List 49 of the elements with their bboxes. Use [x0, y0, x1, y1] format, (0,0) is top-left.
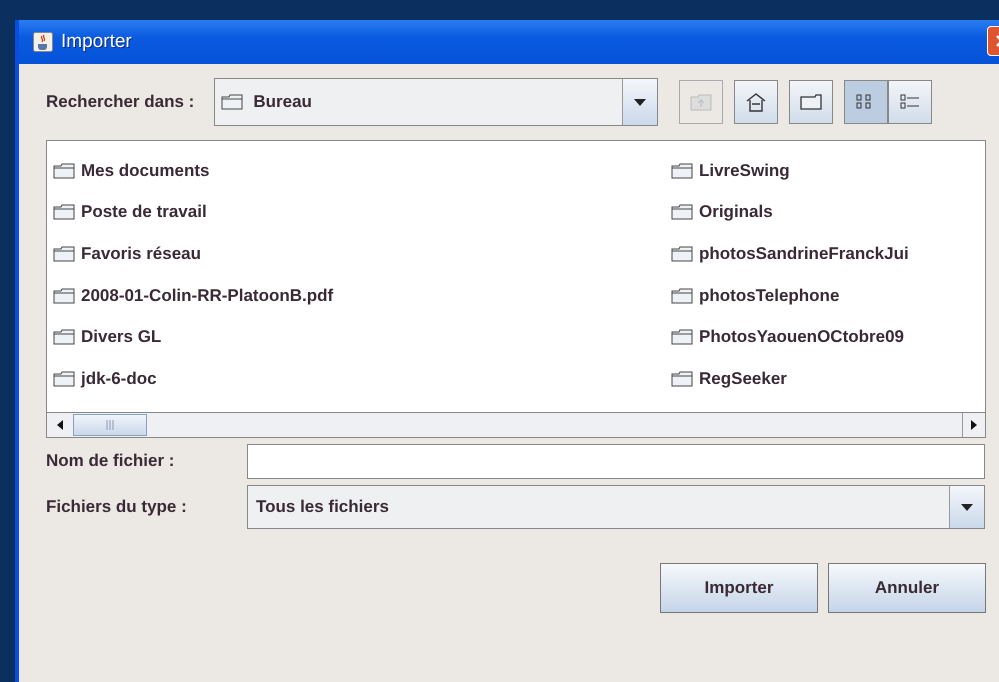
- folder-item[interactable]: Divers GL: [53, 316, 671, 358]
- newfolder-button[interactable]: [789, 80, 834, 124]
- folder-icon: [53, 204, 75, 220]
- folder-icon: [53, 288, 75, 304]
- folder-item[interactable]: jdk-6-doc: [53, 358, 671, 400]
- folder-icon: [800, 94, 822, 110]
- folder-item[interactable]: 2008-01-Colin-RR-PlatoonB.pdf: [53, 274, 671, 316]
- cancel-button[interactable]: Annuler: [828, 563, 986, 613]
- folder-item[interactable]: LivreSwing: [671, 150, 971, 192]
- folder-item[interactable]: photosSandrineFranckJui: [671, 233, 971, 275]
- folder-item[interactable]: Originals: [671, 192, 971, 234]
- scrollbar-thumb[interactable]: [73, 414, 147, 436]
- folder-icon: [671, 288, 693, 304]
- folder-item[interactable]: RegSeeker: [671, 358, 971, 400]
- caret-icon: [961, 504, 973, 510]
- list-button[interactable]: [844, 80, 888, 124]
- folder-icon: [53, 246, 75, 262]
- file-type-dropdown[interactable]: Tous les fichiers: [247, 485, 985, 529]
- file-name-field[interactable]: [247, 444, 985, 478]
- left-arrow-icon: [57, 420, 63, 430]
- folder-item[interactable]: Favoris réseau: [53, 233, 671, 275]
- folder-icon: [671, 204, 693, 220]
- folder-up-icon: [690, 93, 712, 111]
- folder-icon: [53, 329, 75, 346]
- home-icon: [745, 92, 768, 112]
- folder-item[interactable]: Mes documents: [53, 150, 671, 192]
- caret-icon: [634, 98, 646, 106]
- folder-icon: [671, 329, 693, 346]
- folder-icon: [671, 370, 693, 387]
- folder-item[interactable]: PhotosYaouenOCtobre09: [671, 316, 971, 358]
- folder-icon: [53, 370, 75, 387]
- window-title: Importer: [61, 31, 132, 53]
- right-arrow-icon: [971, 420, 977, 430]
- import-button[interactable]: Importer: [660, 563, 818, 613]
- file-type-label: Fichiers du type :: [46, 497, 188, 517]
- look-in-label: Rechercher dans :: [46, 92, 194, 112]
- details-button[interactable]: [888, 80, 932, 124]
- look-in-dropdown[interactable]: Bureau: [214, 78, 658, 126]
- details-view-icon: [899, 93, 922, 111]
- horizontal-scrollbar[interactable]: [47, 412, 985, 437]
- coffee-cup-icon: [33, 32, 53, 52]
- folder-item[interactable]: photosTelephone: [671, 274, 971, 316]
- folder-item[interactable]: Poste de travail: [53, 192, 671, 234]
- folder-icon: [221, 94, 244, 110]
- file-name-label: Nom de fichier :: [46, 451, 176, 471]
- folder-icon: [53, 162, 75, 179]
- folder-icon: [671, 246, 693, 262]
- folder-icon: [671, 162, 693, 179]
- home-button[interactable]: [734, 80, 778, 124]
